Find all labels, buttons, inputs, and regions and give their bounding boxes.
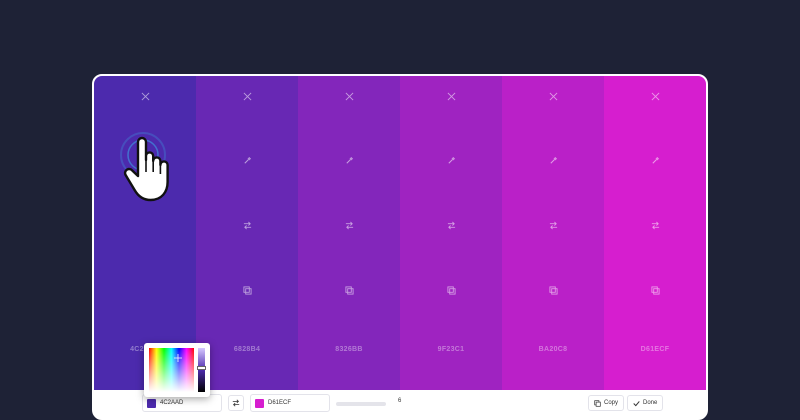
- swap-icon[interactable]: [444, 218, 458, 232]
- lightness-slider[interactable]: [197, 348, 206, 392]
- swatch-hex-label[interactable]: D61ECF: [604, 346, 706, 353]
- steps-slider[interactable]: [336, 402, 386, 406]
- swatch-5[interactable]: BA20C8: [502, 76, 604, 390]
- swatch-2[interactable]: 6828B4: [196, 76, 298, 390]
- end-color-field[interactable]: D61ECF: [250, 394, 330, 412]
- copy-icon[interactable]: [648, 283, 662, 297]
- copy-button[interactable]: Copy: [588, 395, 625, 411]
- copy-icon[interactable]: [546, 283, 560, 297]
- close-icon[interactable]: [342, 89, 356, 103]
- close-icon[interactable]: [546, 89, 560, 103]
- color-picker-popover: [144, 343, 210, 397]
- swap-icon: [232, 399, 240, 407]
- swatch-4[interactable]: 9F23C1: [400, 76, 502, 390]
- swatch-hex-label[interactable]: 9F23C1: [400, 346, 502, 353]
- eyedropper-icon[interactable]: [648, 153, 662, 167]
- close-icon[interactable]: [240, 89, 254, 103]
- swap-icon[interactable]: [648, 218, 662, 232]
- swap-colors-button[interactable]: [228, 395, 244, 411]
- check-icon: [633, 400, 640, 406]
- start-color-swatch: [147, 398, 156, 408]
- close-icon[interactable]: [138, 89, 152, 103]
- saturation-field[interactable]: [149, 348, 194, 392]
- copy-icon[interactable]: [342, 283, 356, 297]
- swatch-hex-label[interactable]: BA20C8: [502, 346, 604, 353]
- end-color-swatch: [255, 398, 264, 408]
- hand-pointer-icon: [120, 132, 169, 202]
- start-color-hex: 4C2AAD: [160, 400, 184, 406]
- swatch-3[interactable]: 8326BB: [298, 76, 400, 390]
- swatch-hex-label[interactable]: 8326BB: [298, 346, 400, 353]
- eyedropper-icon[interactable]: [342, 153, 356, 167]
- done-button[interactable]: Done: [627, 395, 664, 411]
- swap-icon[interactable]: [546, 218, 560, 232]
- swatch-hex-label[interactable]: 6828B4: [196, 346, 298, 353]
- copy-button-label: Copy: [604, 400, 619, 406]
- copy-icon[interactable]: [240, 283, 254, 297]
- close-icon[interactable]: [444, 89, 458, 103]
- end-color-hex: D61ECF: [268, 400, 292, 406]
- swap-icon[interactable]: [240, 218, 254, 232]
- copy-icon[interactable]: [444, 283, 458, 297]
- swap-icon[interactable]: [342, 218, 356, 232]
- swatch-6[interactable]: D61ECF: [604, 76, 706, 390]
- copy-icon: [594, 399, 601, 407]
- done-button-label: Done: [643, 400, 658, 406]
- close-icon[interactable]: [648, 89, 662, 103]
- steps-value: 6: [398, 398, 402, 404]
- lightness-slider-knob[interactable]: [197, 366, 206, 370]
- crosshair-icon[interactable]: [174, 354, 182, 362]
- eyedropper-icon[interactable]: [444, 153, 458, 167]
- eyedropper-icon[interactable]: [240, 153, 254, 167]
- eyedropper-icon[interactable]: [546, 153, 560, 167]
